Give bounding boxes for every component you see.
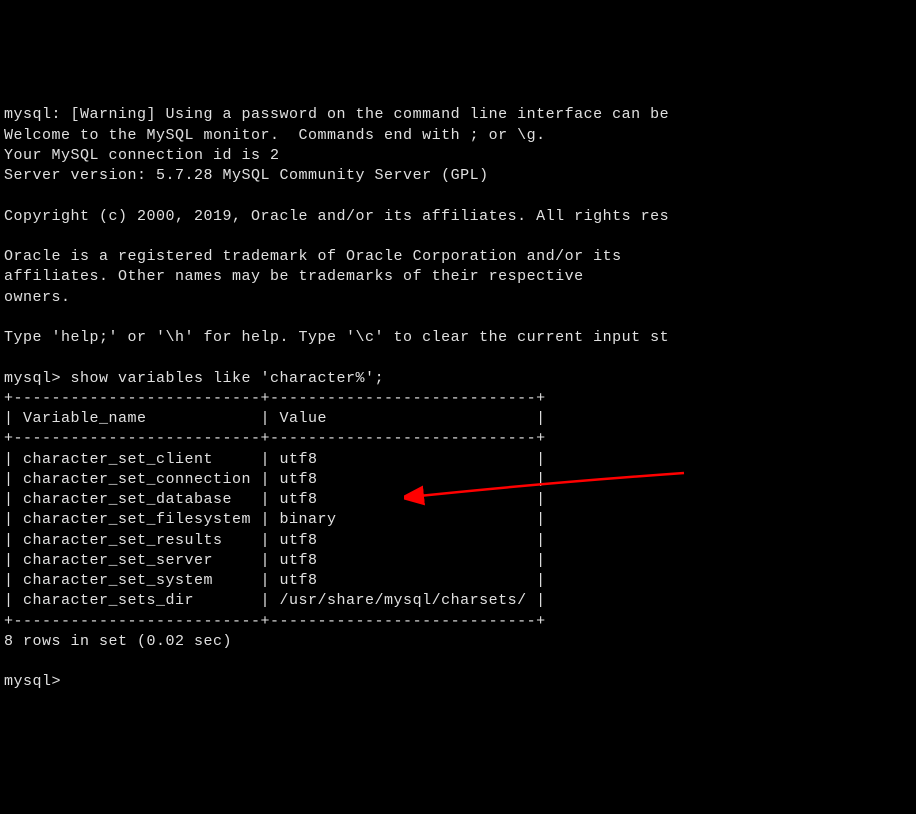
table-border-top: +--------------------------+------------… (4, 390, 546, 407)
table-row: | character_set_client | utf8 | (4, 451, 546, 468)
table-row: | character_set_database | utf8 | (4, 491, 546, 508)
table-row: | character_sets_dir | /usr/share/mysql/… (4, 592, 546, 609)
table-border-bot: +--------------------------+------------… (4, 613, 546, 630)
help-line: Type 'help;' or '\h' for help. Type '\c'… (4, 329, 669, 346)
prompt: mysql> (4, 370, 71, 387)
table-row: | character_set_server | utf8 | (4, 552, 546, 569)
table-border-mid: +--------------------------+------------… (4, 430, 546, 447)
table-row: | character_set_system | utf8 | (4, 572, 546, 589)
command: show variables like 'character%'; (71, 370, 385, 387)
table-row: | character_set_filesystem | binary | (4, 511, 546, 528)
trademark-line-1: Oracle is a registered trademark of Orac… (4, 248, 622, 265)
terminal-output[interactable]: mysql: [Warning] Using a password on the… (4, 85, 912, 713)
trademark-line-3: owners. (4, 289, 71, 306)
table-header: | Variable_name | Value | (4, 410, 546, 427)
warning-line: mysql: [Warning] Using a password on the… (4, 106, 669, 123)
server-version-line: Server version: 5.7.28 MySQL Community S… (4, 167, 489, 184)
copyright-line: Copyright (c) 2000, 2019, Oracle and/or … (4, 208, 669, 225)
prompt[interactable]: mysql> (4, 673, 61, 690)
trademark-line-2: affiliates. Other names may be trademark… (4, 268, 584, 285)
table-row: | character_set_results | utf8 | (4, 532, 546, 549)
connection-line: Your MySQL connection id is 2 (4, 147, 280, 164)
welcome-line: Welcome to the MySQL monitor. Commands e… (4, 127, 546, 144)
result-summary: 8 rows in set (0.02 sec) (4, 633, 232, 650)
table-row: | character_set_connection | utf8 | (4, 471, 546, 488)
